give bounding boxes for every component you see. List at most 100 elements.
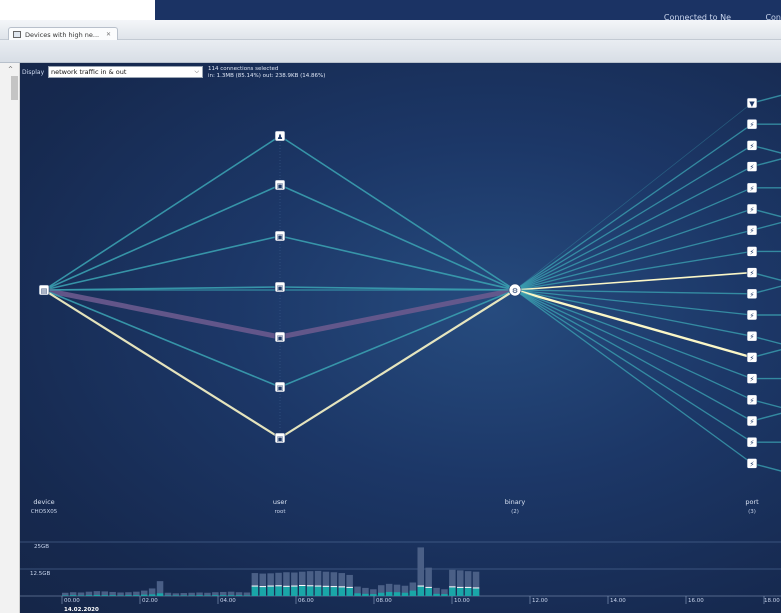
timeline-bar-highlight	[299, 586, 306, 596]
binary-node-glyph: ⚙	[512, 287, 518, 295]
edge-user-binary	[279, 135, 516, 291]
timeline-bar-marker	[283, 585, 290, 587]
port-node-icon-glyph: ⚡	[750, 439, 755, 447]
timeline-bar-highlight	[283, 586, 290, 596]
port-node-icon-glyph: ⚡	[750, 142, 755, 150]
timeline-bar-marker	[306, 585, 314, 587]
timeline-bar-highlight	[117, 595, 124, 596]
port-node-icon-glyph: ⚡	[750, 333, 755, 341]
timeline-bar-highlight	[101, 595, 108, 596]
document-icon	[13, 31, 21, 38]
axis-device-value: CHO5X05	[30, 509, 58, 515]
timeline-bar-highlight	[204, 595, 211, 596]
edge-binary-port	[514, 102, 753, 291]
edge-binary-port	[514, 289, 753, 464]
y-label-25gb: 25GB	[34, 544, 50, 550]
timeline-bar-highlight	[306, 586, 314, 596]
edge-user-binary	[279, 184, 516, 291]
edge-binary-port	[514, 289, 753, 380]
port-node-icon-glyph: ⚡	[750, 164, 755, 172]
timeline-bar-highlight	[212, 595, 219, 596]
edge-binary-port	[514, 289, 753, 422]
port-node-icon-glyph: ⚡	[750, 206, 755, 214]
timeline-bar-highlight	[385, 591, 393, 596]
timeline-bar-marker	[457, 586, 464, 588]
axis-port-label: port	[745, 498, 759, 506]
timeline-bar-marker	[346, 586, 353, 588]
timeline-bar-highlight	[362, 593, 369, 596]
edge-binary-port	[514, 166, 753, 291]
tab-devices-high-network[interactable]: Devices with high ne... ✕	[8, 27, 118, 41]
edge-binary-port	[514, 289, 753, 401]
timeline-bar-highlight	[251, 586, 259, 596]
timeline-bar-highlight	[235, 595, 243, 596]
y-label-12-5gb: 12.5GB	[30, 571, 51, 577]
app-window: Connected to Ne Con Devices with high ne…	[0, 0, 781, 613]
timeline-bar-marker	[251, 585, 259, 587]
axis-binary-label: binary	[504, 498, 526, 506]
user-node-icon-glyph: ▣	[277, 284, 284, 292]
timeline-bars[interactable]	[20, 520, 781, 613]
timeline-bar-highlight	[346, 587, 353, 596]
timeline-bar-highlight	[243, 595, 251, 596]
timeline-bar-highlight	[267, 586, 274, 596]
tick-label: 04.00	[220, 598, 236, 604]
timeline-bar-highlight	[220, 595, 227, 596]
edge-user-binary	[279, 235, 516, 291]
timeline-bar-highlight	[196, 595, 203, 596]
edge-binary-port	[514, 288, 753, 359]
timeline-bar-marker	[275, 585, 282, 587]
axis-port-value: (3)	[748, 509, 756, 515]
timeline-bar-highlight	[417, 586, 424, 596]
timeline-bar-highlight	[164, 595, 172, 596]
timeline-bar-marker	[291, 585, 298, 587]
tick-label: 08.00	[376, 598, 392, 604]
timeline-bar-highlight	[172, 595, 180, 596]
timeline-bar-marker	[464, 586, 472, 588]
timeline-bar-highlight	[393, 592, 401, 596]
edge-user-binary	[279, 289, 516, 388]
timeline-bar-marker	[322, 585, 330, 587]
port-node-icon-glyph: ⚡	[750, 248, 755, 256]
timeline-bar-highlight	[433, 593, 440, 596]
device-node-icon-glyph: ▤	[41, 287, 48, 295]
port-node-icon-glyph: ⚡	[750, 291, 755, 299]
timeline-bar-highlight	[148, 594, 156, 596]
port-node-icon-glyph: ⚡	[750, 270, 755, 278]
timeline-bar-marker	[299, 585, 306, 587]
scrollbar-thumb[interactable]	[11, 76, 18, 100]
window-chrome-left	[0, 0, 155, 20]
port-node-icon-glyph: ⚡	[750, 397, 755, 405]
tick-label: 12.00	[532, 598, 548, 604]
port-node-icon-glyph: ⚡	[750, 460, 755, 468]
timeline-bar-highlight	[141, 594, 148, 596]
timeline-histogram[interactable]: 25GB 12.5GB 00.00 02.00 04.00 06.00 08.0…	[20, 520, 781, 613]
timeline-bar-marker	[259, 586, 266, 588]
timeline-bar-marker	[314, 585, 322, 587]
axis-binary-value: (2)	[511, 509, 519, 515]
port-node-icon-glyph: ⚡	[750, 185, 755, 193]
timeline-bar-highlight	[85, 595, 93, 596]
user-node-icon-glyph: ▣	[277, 182, 284, 190]
port-node-icon-glyph: ⚡	[750, 354, 755, 362]
timeline-bar-highlight	[259, 587, 266, 596]
close-icon[interactable]: ✕	[106, 31, 111, 38]
edge-binary-port	[514, 208, 753, 291]
tick-label: 14.00	[610, 598, 626, 604]
port-node-icon-glyph: ▼	[749, 100, 755, 108]
connection-graph[interactable]: ▤ ♟ ▣ ▣ ▣ ▣ ▣ ▣ ⚙ ▼ ⚡ ⚡ ⚡ ⚡ ⚡ ⚡ ⚡ ⚡ ⚡ ⚡ ⚡ ⚡ ⚡ ⚡ ⚡ ⚡ ⚡	[20, 63, 781, 520]
timeline-bar-highlight	[409, 590, 417, 596]
edge-binary-port	[514, 144, 753, 291]
timeline-bar-marker	[425, 586, 432, 588]
timeline-bar-highlight	[188, 595, 195, 596]
timeline-bar-highlight	[370, 594, 377, 596]
timeline-bar-highlight	[133, 595, 140, 596]
timeline-bar-highlight	[322, 586, 330, 596]
edge-device-user	[43, 235, 281, 291]
timeline-bar-highlight	[378, 592, 385, 596]
timeline-bar-marker	[472, 587, 480, 589]
timeline-bar-marker	[449, 586, 456, 588]
collapse-caret-icon[interactable]: ^	[8, 66, 13, 73]
timeline-bar-highlight	[464, 587, 472, 596]
timeline-bar-marker	[338, 586, 345, 588]
